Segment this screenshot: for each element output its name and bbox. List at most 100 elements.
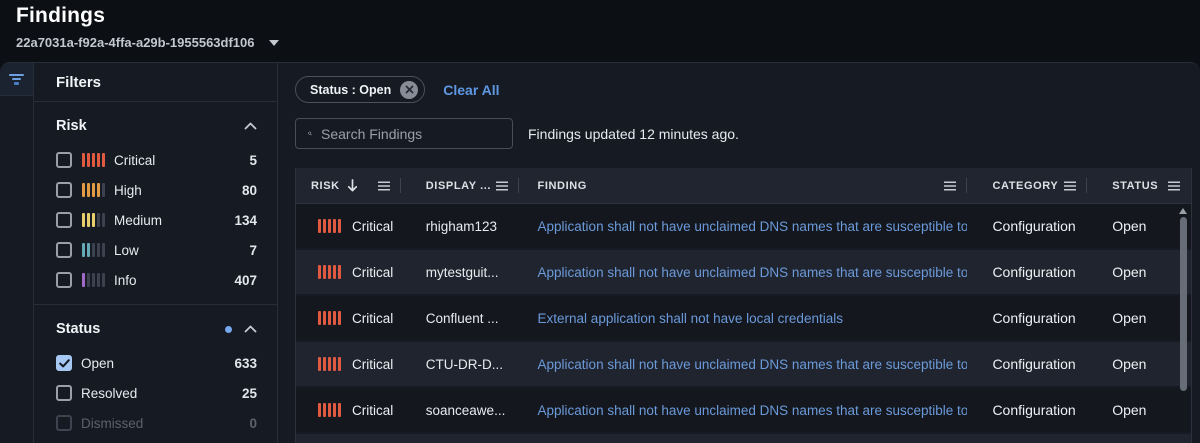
table-row[interactable]: CriticalCTU-DR-D...Application shall not…: [296, 342, 1191, 388]
content-panel: Filters RiskCritical5High80Medium134Low7…: [0, 62, 1200, 443]
filters-title: Filters: [34, 63, 277, 102]
filter-item-label: Info: [114, 273, 137, 288]
severity-bars-icon: [318, 219, 341, 233]
filter-item-critical[interactable]: Critical5: [56, 152, 257, 168]
filter-section-title: Status: [56, 321, 100, 337]
category-cell: Configuration: [967, 342, 1087, 386]
display-name: rhigham123: [426, 219, 497, 234]
severity-bars-icon: [318, 403, 341, 417]
column-menu-button[interactable]: [1167, 180, 1181, 192]
page-title: Findings: [16, 4, 1184, 28]
filter-item-info[interactable]: Info407: [56, 272, 257, 288]
main-area: Status : Open Clear All Findings updated…: [295, 63, 1192, 443]
page-header: Findings 22a7031a-f92a-4ffa-a29b-1955563…: [0, 0, 1200, 62]
column-header-display[interactable]: DISPLAY ...: [401, 168, 519, 203]
finding-link[interactable]: Application shall not have unclaimed DNS…: [538, 357, 968, 372]
sort-arrow[interactable]: [347, 179, 358, 192]
column-header-label: DISPLAY ...: [426, 180, 491, 192]
scope-id: 22a7031a-f92a-4ffa-a29b-1955563df106: [16, 35, 255, 50]
filter-item-low[interactable]: Low7: [56, 242, 257, 258]
table-row[interactable]: Critical mytestguit... Application shall n…: [296, 250, 1191, 296]
filter-section-title: Risk: [56, 118, 87, 134]
column-header-category[interactable]: CATEGORY: [967, 168, 1087, 203]
filter-item-count: 5: [249, 153, 257, 168]
sort-desc-icon: [347, 179, 358, 192]
finding-link[interactable]: Application shall not have unclaimed DNS…: [538, 219, 968, 234]
section-collapse-button[interactable]: [244, 122, 257, 130]
filter-item-count: 80: [242, 183, 257, 198]
filter-sections: Risk Critical5 High 80 Medium134 Low7 Info407 S…: [34, 102, 277, 443]
filter-item-high[interactable]: High 80: [56, 182, 257, 198]
category-value: Configuration: [992, 402, 1075, 418]
filter-funnel-icon: [9, 74, 24, 85]
display-name-cell: rhigham123: [401, 204, 519, 248]
column-header-risk[interactable]: RISK: [296, 168, 401, 203]
column-menu-button[interactable]: [1063, 180, 1077, 192]
column-header-status[interactable]: STATUS: [1087, 168, 1191, 203]
finding-link[interactable]: Application shall not have unclaimed DNS…: [538, 265, 968, 280]
display-name-cell: soanceawe...: [401, 388, 519, 432]
column-header-label: CATEGORY: [992, 180, 1058, 192]
section-collapse-button[interactable]: [244, 325, 257, 333]
checkbox-critical[interactable]: [56, 152, 72, 168]
filter-panel-toggle[interactable]: [0, 63, 33, 96]
finding-link[interactable]: Application shall not have unclaimed DNS…: [538, 403, 968, 418]
severity-bars-icon: [82, 213, 105, 227]
active-filter-chips: Status : Open Clear All: [295, 76, 500, 103]
chevron-up-icon: [244, 325, 257, 333]
status-cell: Open: [1087, 296, 1191, 340]
finding-cell: Application shall not have unclaimed DNS…: [519, 204, 968, 248]
search-row: Findings updated 12 minutes ago.: [295, 118, 1192, 149]
severity-bars-icon: [318, 311, 341, 325]
display-name-cell: CTU-DR-D...: [401, 342, 519, 386]
column-menu-button[interactable]: [377, 180, 391, 192]
filter-item-label: Open: [81, 356, 114, 371]
table-scrollbar[interactable]: [1179, 208, 1187, 391]
filter-item-medium[interactable]: Medium134: [56, 212, 257, 228]
risk-cell: Critical: [296, 204, 401, 248]
checkbox-low[interactable]: [56, 242, 72, 258]
search-input[interactable]: [321, 126, 502, 142]
status-cell: Open: [1087, 342, 1191, 386]
display-name-cell: mytestguit...: [401, 250, 519, 294]
column-menu-icon: [943, 180, 957, 192]
scrollbar-up-arrow-icon[interactable]: [1179, 208, 1187, 214]
search-box[interactable]: [295, 118, 513, 149]
finding-link[interactable]: External application shall not have loca…: [538, 311, 843, 326]
column-header-finding[interactable]: FINDING: [519, 168, 968, 203]
filter-section-header: Risk: [56, 118, 257, 134]
filter-item-count: 633: [234, 356, 257, 371]
table-row[interactable]: CriticalConfluent ...External applicatio…: [296, 296, 1191, 342]
findings-table: RISK DISPLAY ... FINDING CATEGORY STATUS Cri…: [295, 168, 1192, 443]
clear-all-link[interactable]: Clear All: [443, 82, 499, 98]
column-menu-button[interactable]: [943, 180, 957, 192]
column-menu-icon: [1167, 180, 1181, 192]
display-name: CTU-DR-D...: [426, 357, 503, 372]
chip-close-button[interactable]: [400, 81, 418, 99]
risk-label: Critical: [352, 265, 393, 280]
checkbox-high[interactable]: [56, 182, 72, 198]
status-value: Open: [1112, 356, 1146, 372]
checkbox-resolved[interactable]: [56, 385, 72, 401]
chevron-down-icon[interactable]: [269, 40, 279, 46]
checkbox-dismissed[interactable]: [56, 415, 72, 431]
table-row[interactable]: Critical rhigham123 Application shall not …: [296, 204, 1191, 250]
checkbox-medium[interactable]: [56, 212, 72, 228]
finding-cell: Application shall not have unclaimed DNS…: [519, 388, 968, 432]
checkbox-open[interactable]: [56, 355, 72, 371]
table-body: Critical rhigham123 Application shall not …: [296, 204, 1191, 443]
scope-selector[interactable]: 22a7031a-f92a-4ffa-a29b-1955563df106: [16, 35, 1184, 50]
filter-item-count: 0: [249, 416, 257, 431]
column-menu-button[interactable]: [495, 180, 509, 192]
status-cell: Open: [1087, 250, 1191, 294]
category-cell: Configuration: [967, 388, 1087, 432]
filter-item-dismissed[interactable]: Dismissed0: [56, 415, 257, 431]
table-row-partial[interactable]: [296, 434, 1191, 443]
filter-item-resolved[interactable]: Resolved25: [56, 385, 257, 401]
scrollbar-thumb[interactable]: [1180, 217, 1187, 391]
filter-item-open[interactable]: Open 633: [56, 355, 257, 371]
filter-item-label: High: [114, 183, 142, 198]
status-value: Open: [1112, 310, 1146, 326]
table-row[interactable]: Criticalsoanceawe...Application shall no…: [296, 388, 1191, 434]
checkbox-info[interactable]: [56, 272, 72, 288]
